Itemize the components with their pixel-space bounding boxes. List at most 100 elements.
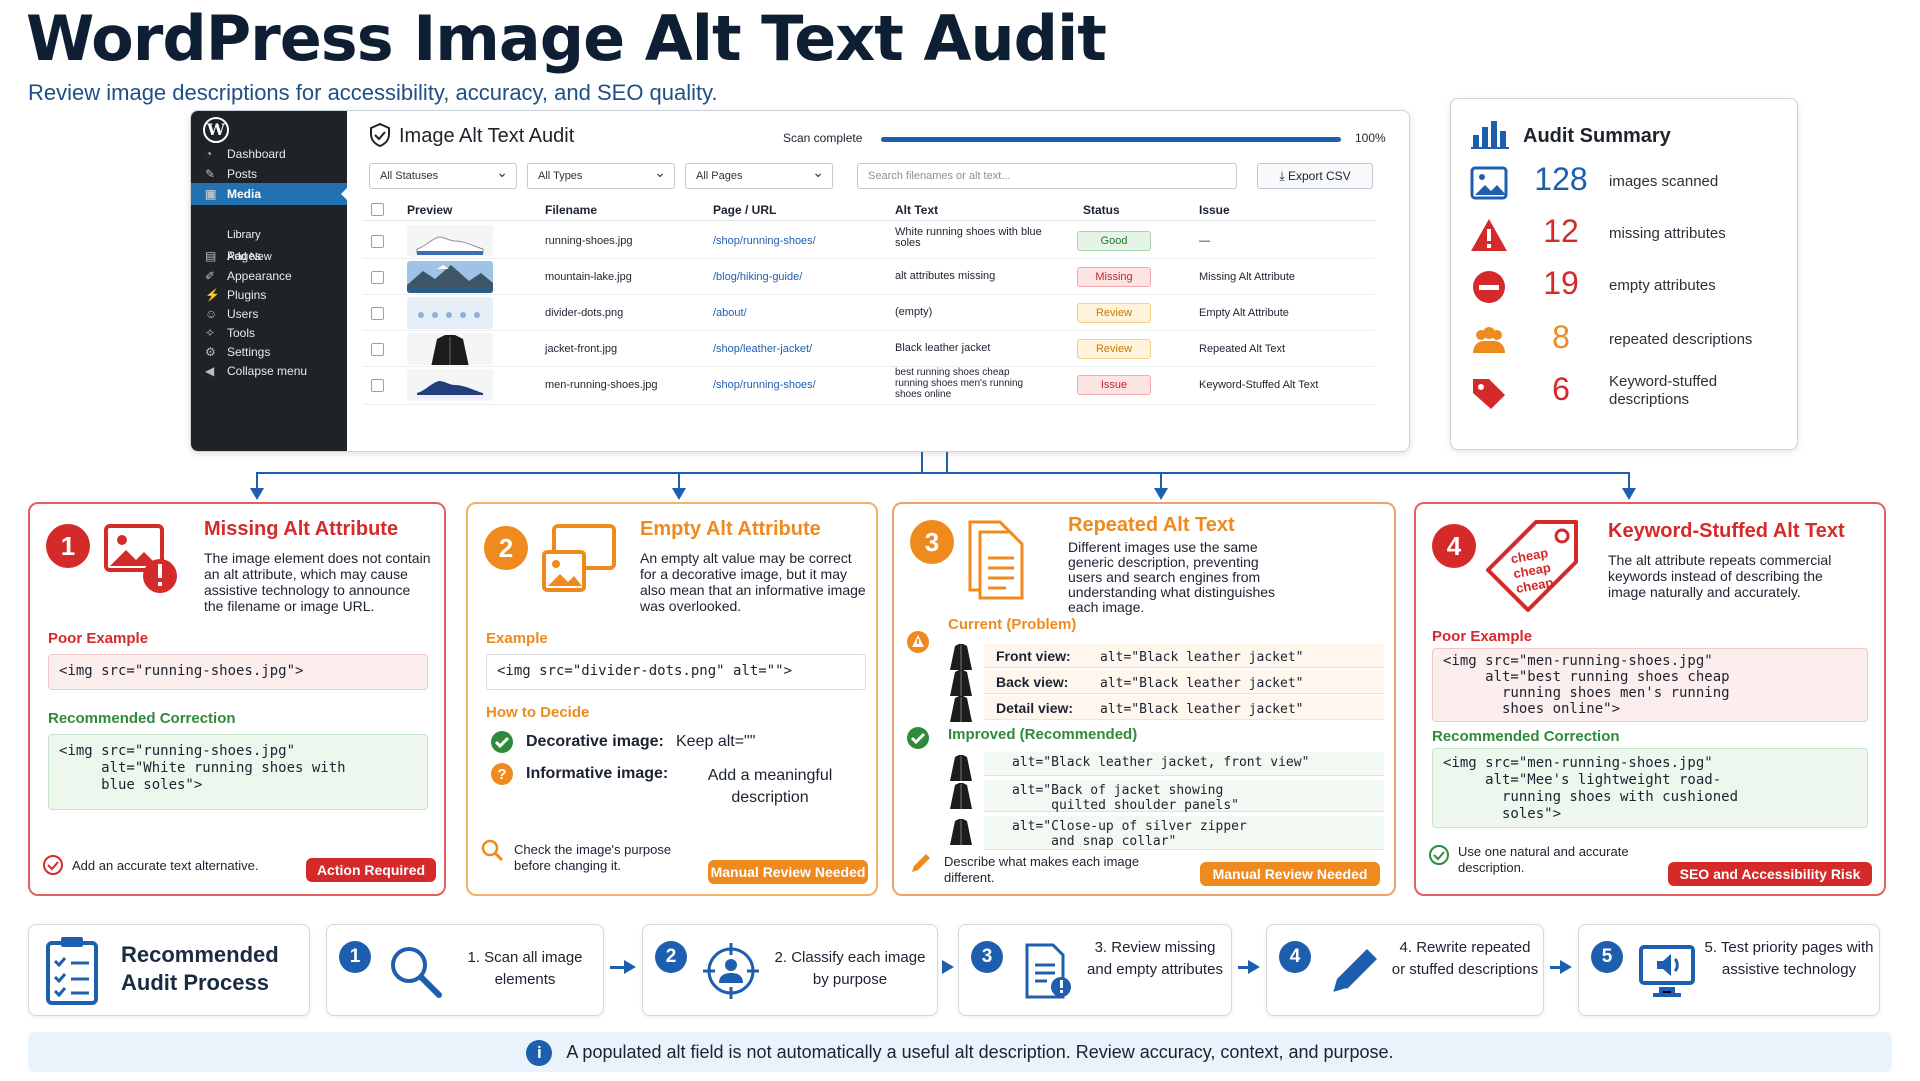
connector-line [946,452,948,472]
arrow-down-icon [1622,488,1636,500]
col-filename: Filename [545,203,598,217]
current-alt-row: Front view: alt="Black leather jacket" [984,644,1384,668]
col-preview: Preview [407,203,453,217]
magnifier-icon [385,941,445,1001]
summary-value: 12 [1543,213,1579,249]
sidebar-item-posts[interactable]: ✎ Posts [191,163,347,185]
target-user-icon [701,941,761,1001]
page-subtitle: Review image descriptions for accessibil… [28,80,718,105]
wordpress-logo-icon[interactable]: W [203,117,229,143]
row-alt-text: best running shoes cheap running shoes m… [895,367,1024,400]
row-checkbox[interactable] [371,307,384,320]
current-alt-row: Detail view: alt="Black leather jacket" [984,696,1384,720]
minus-circle-icon [1469,269,1509,305]
export-csv-button[interactable]: ⤓ Export CSV [1257,163,1373,189]
row-checkbox[interactable] [371,379,384,392]
filter-page-select[interactable]: All Pages [685,160,833,189]
summary-value: 128 [1534,161,1588,197]
card-number-badge: 2 [484,526,528,570]
row-checkbox[interactable] [371,271,384,284]
table-row: divider-dots.png/about/ (empty) Review Empt… [363,295,1375,331]
recommended-label: Recommended Correction [1432,728,1620,745]
arrow-right-icon [610,960,636,974]
search-icon [481,839,504,862]
step-text: 5. Test priority pages with assistive te… [1704,939,1874,978]
row-url-link[interactable]: /shop/running-shoes/ [713,235,816,247]
status-badge: Missing [1077,267,1151,287]
table-row: men-running-shoes.jpg/shop/running-shoes… [363,367,1375,405]
row-filename: running-shoes.jpg [545,235,633,247]
media-icon: ▣ [205,187,217,201]
summary-label: empty attributes [1609,277,1716,294]
col-status: Status [1083,203,1120,217]
improved-alt-row: alt="Back of jacket showing quilted shou… [984,780,1384,813]
card-description: An empty alt value may be correct for a … [640,550,866,614]
sidebar-item-label: Collapse menu [227,364,308,378]
how-to-decide-label: How to Decide [486,704,590,721]
card-number-badge: 3 [910,520,954,564]
sidebar-item-dashboard[interactable]: ◔ Dashboard [191,143,347,165]
warning-icon [907,631,929,653]
review-step: 3 3. Review missing and empty attributes [958,924,1232,1016]
step-text: 2. Classify each image by purpose [774,949,926,988]
wp-admin-panel: W ◔ Dashboard ✎ Posts ▣ Media ▤ Pages ✐ Appearanc… [190,110,1410,452]
decorative-label: Decorative image: [526,733,664,750]
row-url-link[interactable]: /shop/running-shoes/ [713,379,816,391]
row-url-link[interactable]: /about/ [713,307,747,319]
card-note: Describe what makes each image different… [944,854,1140,885]
filter-status-select[interactable]: All Statuses [369,160,517,189]
filter-type-select[interactable]: All Types [527,160,675,189]
improved-alt-row: alt="Black leather jacket, front view" [984,752,1384,776]
sidebar-item-label: Settings [227,345,271,359]
row-checkbox[interactable] [371,235,384,248]
audit-summary-panel: Audit Summary 128 images scanned 12 missing… [1450,98,1798,450]
select-all-checkbox[interactable] [371,203,384,216]
summary-label: images scanned [1609,173,1719,190]
sidebar-item-label: Dashboard [227,147,286,161]
row-url-link[interactable]: /blog/hiking-guide/ [713,271,802,283]
clipboard-checklist-icon [46,937,98,1005]
example-label: Example [486,630,548,647]
summary-item: 19 empty attributes [1451,263,1799,313]
card-keyword-stuffed: 4 cheap cheap cheap Keyword-Stuffed Alt … [1414,502,1886,896]
row-checkbox[interactable] [371,343,384,356]
connector-line [1160,472,1162,488]
card-description: The alt attribute repeats commercial key… [1608,552,1832,600]
image-thumbnail [407,225,493,257]
step-text: 4. Rewrite repeated or stuffed descripti… [1391,939,1539,978]
check-circle-icon [491,731,513,753]
col-issue: Issue [1199,203,1230,217]
footer-text: A populated alt field is not automatical… [566,1042,1394,1062]
search-input[interactable]: Search filenames or alt text... [857,163,1237,189]
decorative-value: Keep alt="" [676,733,756,750]
view-label: Detail view: [996,700,1074,716]
card-number-badge: 1 [46,524,90,568]
row-issue: Repeated Alt Text [1199,343,1286,355]
summary-label: Keyword-stuffed descriptions [1609,373,1718,408]
summary-value: 6 [1552,371,1570,407]
row-url-link[interactable]: /shop/leather-jacket/ [713,343,812,355]
scan-step: 1 1. Scan all image elements [326,924,604,1016]
summary-item: 8 repeated descriptions [1451,317,1799,367]
alt-value: alt="Black leather jacket" [1100,702,1304,717]
bar-chart-icon [1471,121,1509,149]
sidebar-item-media[interactable]: ▣ Media [191,183,347,205]
informative-label: Informative image: [526,765,669,782]
status-badge: Issue [1077,375,1151,395]
sidebar-sub-library[interactable]: Library [227,229,261,241]
users-icon [1469,323,1509,359]
card-title: Repeated Alt Text [1068,514,1235,536]
step-text: 1. Scan all image elements [467,949,583,988]
table-header: Preview Filename Page / URL Alt Text Sta… [363,199,1375,221]
sidebar-sub-add-new[interactable]: Add New [227,251,272,263]
dashboard-icon: ◔ [205,147,213,161]
info-icon: i [526,1040,553,1067]
connector-line [1628,472,1630,488]
pin-icon: ✎ [205,167,216,181]
scan-progress-text: 100% [1355,131,1386,145]
check-circle-icon [43,855,63,875]
sidebar-item-collapse-menu[interactable]: ◀ Collapse menu [191,360,347,382]
sidebar-item-label: Media [227,187,262,201]
summary-label: repeated descriptions [1609,331,1753,348]
example-code: <img src="divider-dots.png" alt=""> [486,654,866,690]
